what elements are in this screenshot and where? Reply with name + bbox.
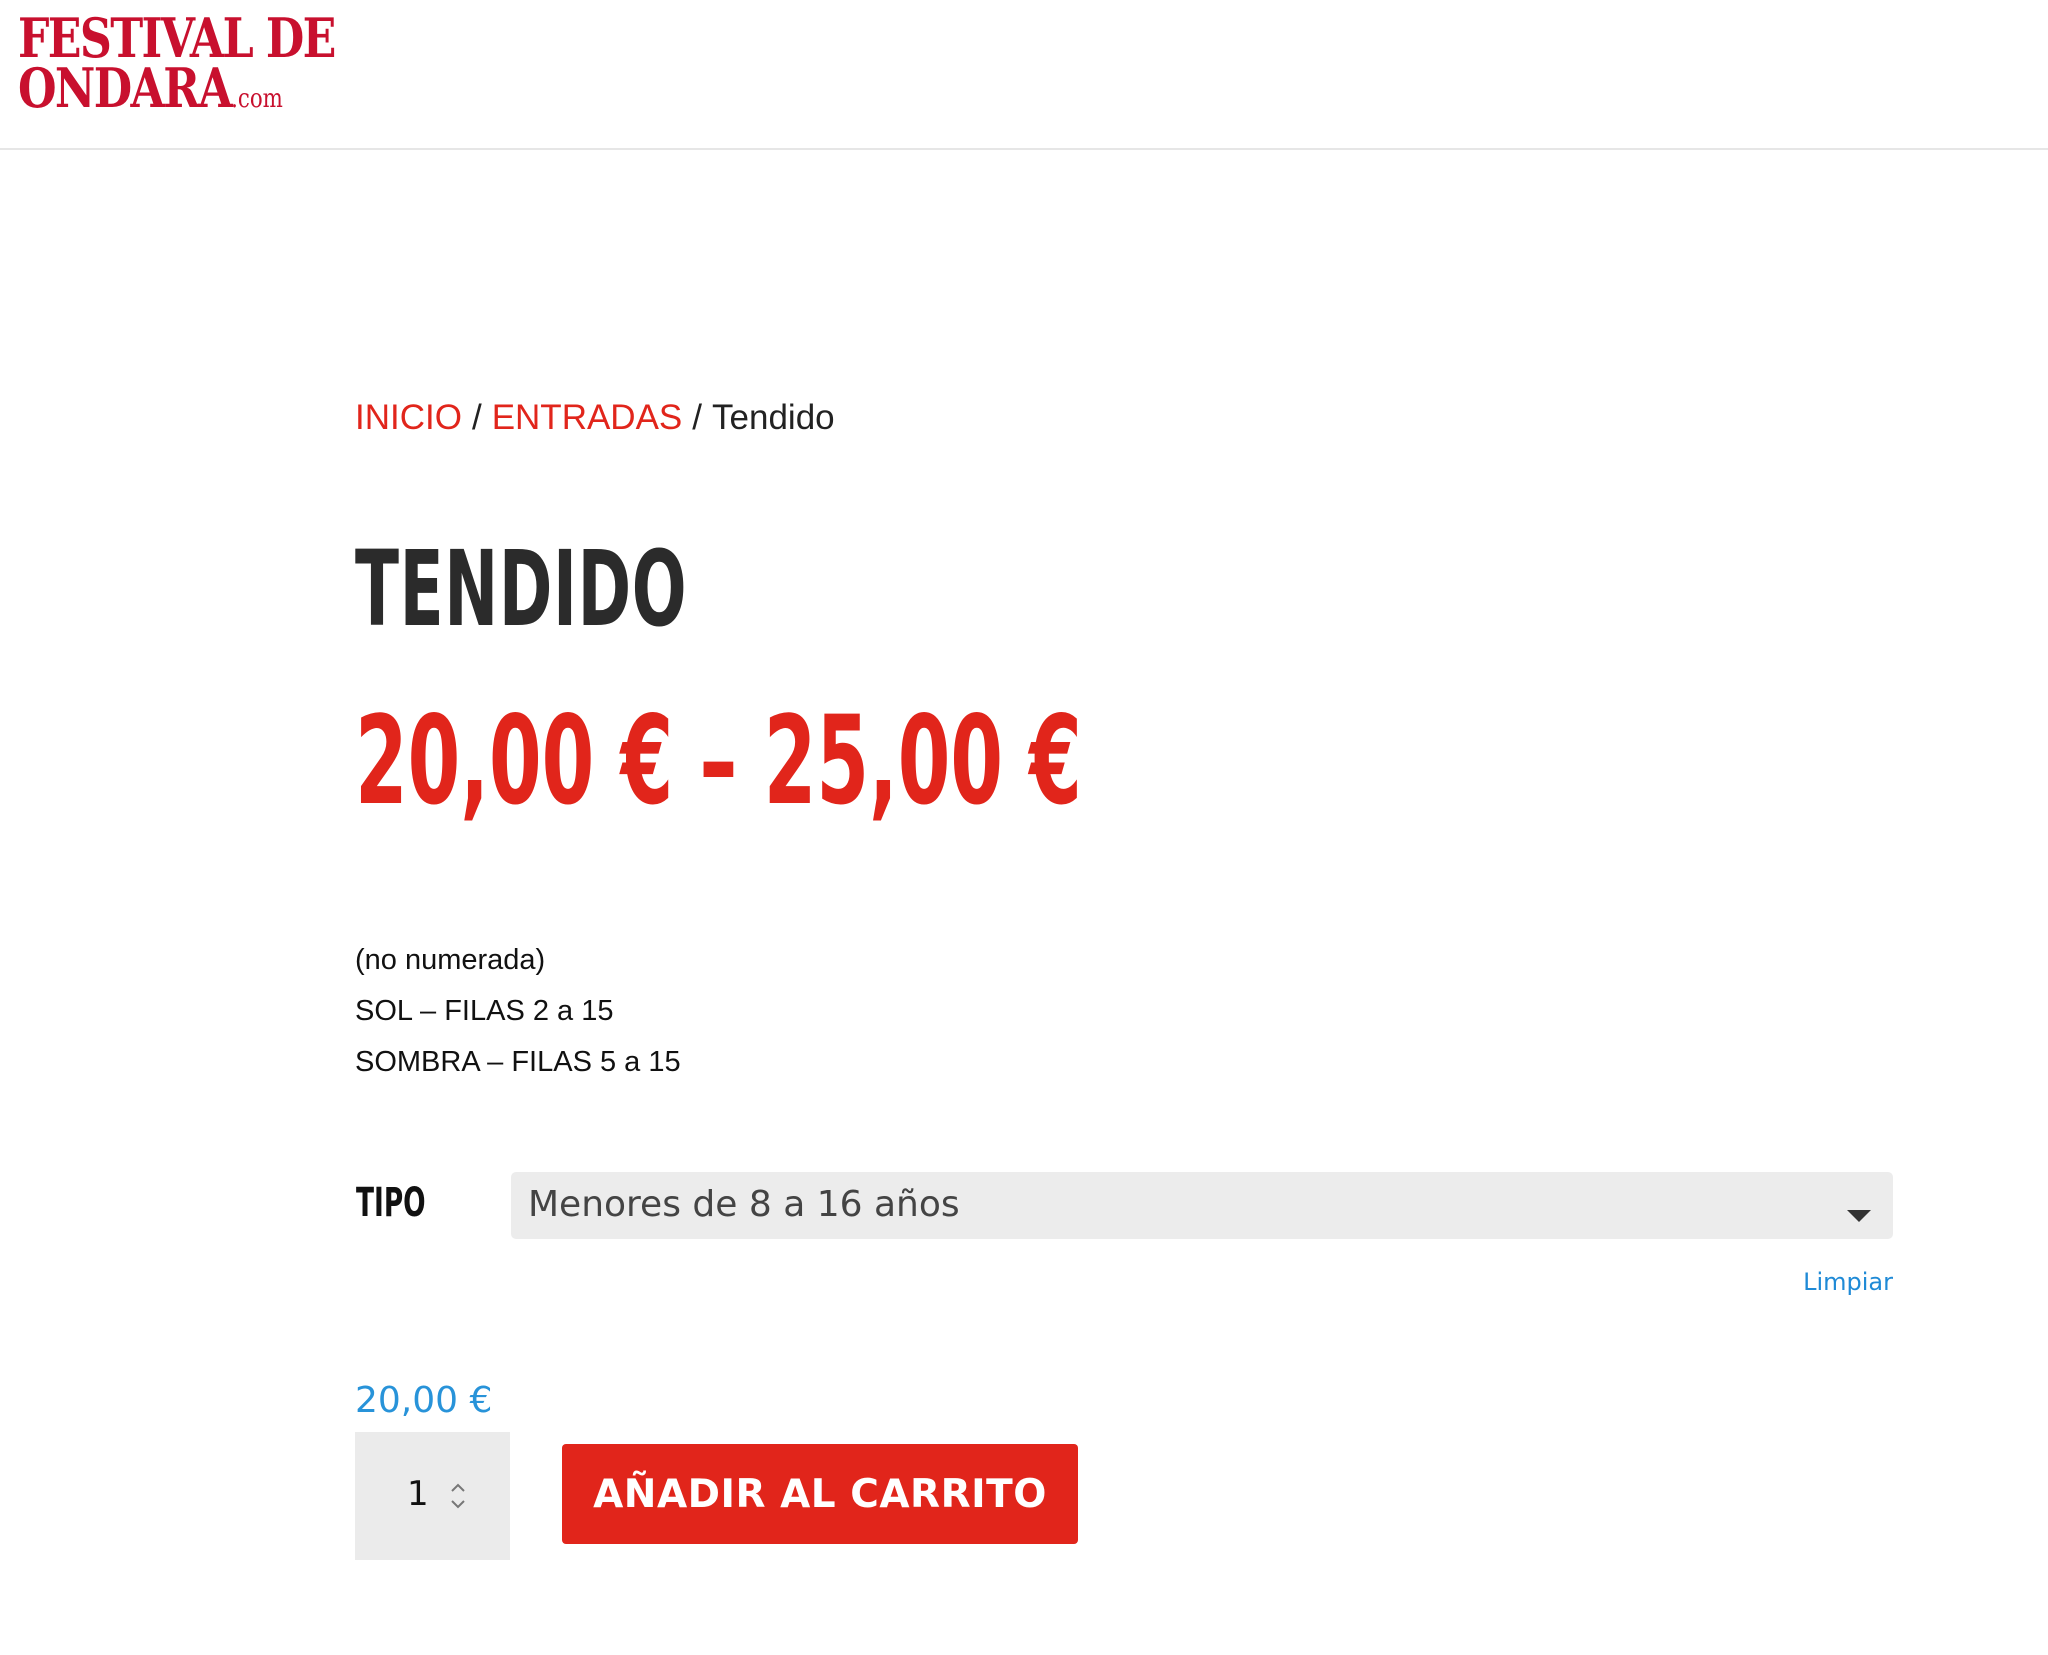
breadcrumb-link-entradas[interactable]: ENTRADAS xyxy=(492,398,683,437)
logo-suffix: .com xyxy=(231,83,283,114)
description-line: SOMBRA – FILAS 5 a 15 xyxy=(355,1046,681,1078)
logo-name: ONDARA xyxy=(18,55,233,120)
breadcrumb-separator: / xyxy=(471,398,482,437)
add-to-cart-button[interactable]: AÑADIR AL CARRITO xyxy=(562,1444,1078,1544)
stepper-up-icon xyxy=(451,1483,465,1492)
breadcrumb-separator: / xyxy=(692,398,703,437)
logo-line-2: ONDARA.com xyxy=(18,61,335,115)
clear-selection-link[interactable]: Limpiar xyxy=(1803,1268,1893,1296)
stepper-down-icon xyxy=(451,1500,465,1509)
tipo-label: TIPO xyxy=(356,1180,426,1226)
description-line: SOL – FILAS 2 a 15 xyxy=(355,995,614,1027)
product-description: (no numerada) SOL – FILAS 2 a 15 SOMBRA … xyxy=(355,935,681,1088)
breadcrumb-link-inicio[interactable]: INICIO xyxy=(355,398,462,437)
breadcrumb-current: Tendido xyxy=(712,398,835,437)
tipo-selected-value: Menores de 8 a 16 años xyxy=(528,1184,960,1225)
breadcrumb: INICIO / ENTRADAS / Tendido xyxy=(355,398,835,438)
tipo-select[interactable]: Menores de 8 a 16 años xyxy=(511,1172,1893,1239)
quantity-stepper[interactable]: 1 xyxy=(355,1432,510,1560)
chevron-down-icon xyxy=(1847,1210,1871,1222)
stepper-arrows-icon[interactable] xyxy=(448,1476,468,1516)
site-header: FESTIVAL DE ONDARA.com xyxy=(0,0,2048,150)
description-line: (no numerada) xyxy=(355,944,546,976)
quantity-value[interactable]: 1 xyxy=(407,1474,429,1514)
product-title: TENDIDO xyxy=(355,528,688,650)
site-logo[interactable]: FESTIVAL DE ONDARA.com xyxy=(18,11,336,115)
price-range: 20,00 € – 25,00 € xyxy=(355,690,1082,832)
variation-price: 20,00 € xyxy=(355,1380,493,1421)
